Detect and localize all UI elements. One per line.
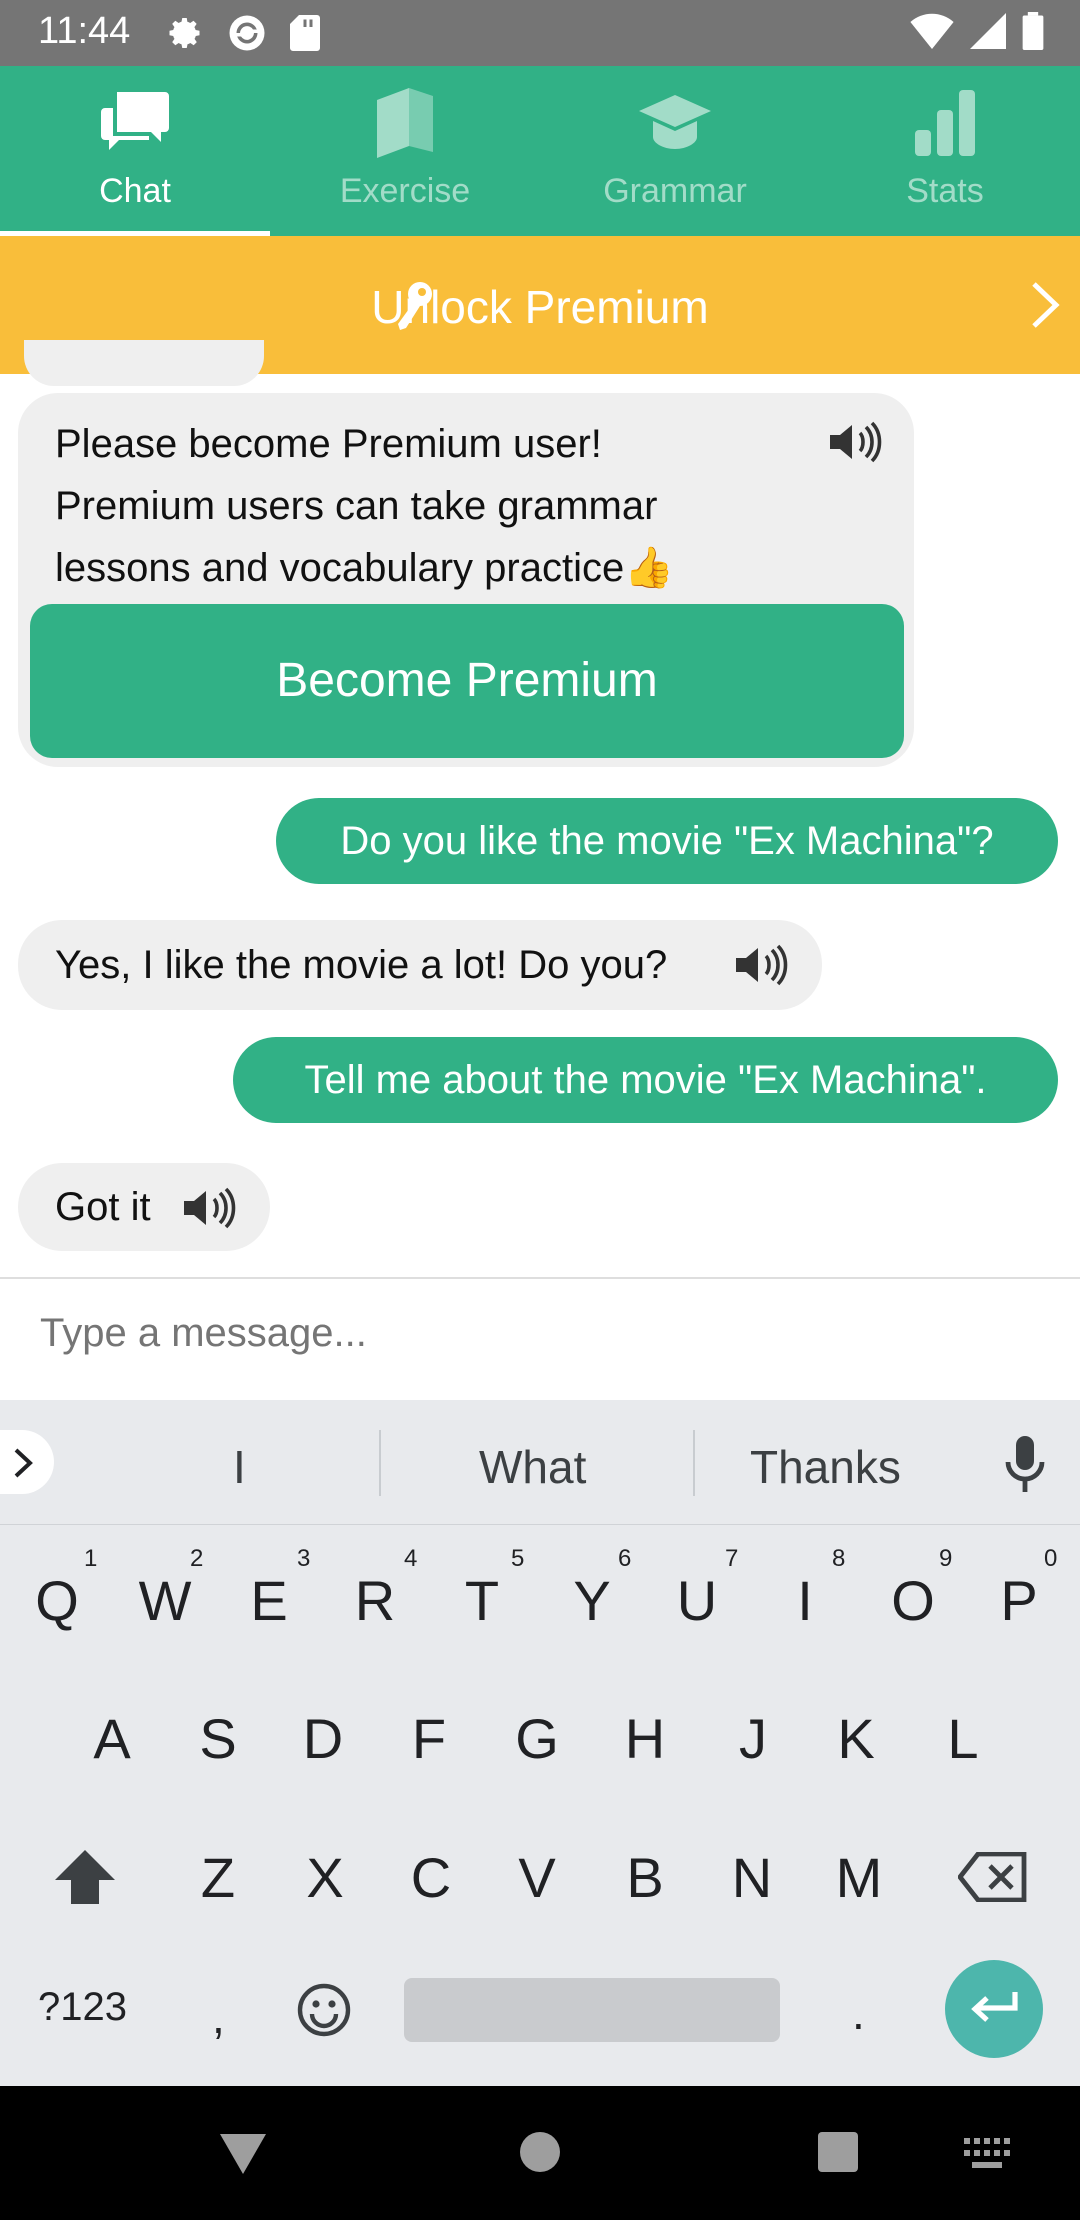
key-icon: [398, 282, 433, 330]
message-line: lessons and vocabulary practice: [55, 546, 625, 590]
previous-message-bubble: [24, 340, 264, 386]
navigation-bar: [0, 2086, 1080, 2220]
enter-key[interactable]: [945, 1960, 1043, 2058]
chat-icon: [101, 92, 169, 150]
key-c[interactable]: C: [386, 1845, 476, 1910]
key-a[interactable]: A: [67, 1706, 157, 1771]
key-x[interactable]: X: [280, 1845, 370, 1910]
key-hint: 0: [1044, 1545, 1058, 1572]
space-key[interactable]: [404, 1978, 780, 2042]
speaker-icon[interactable]: [184, 1187, 236, 1229]
recents-icon[interactable]: [818, 2132, 858, 2172]
composer-divider: [0, 1277, 1080, 1279]
key-g[interactable]: G: [492, 1706, 582, 1771]
key-q[interactable]: Q: [12, 1568, 102, 1633]
comma-key[interactable]: ,: [212, 1990, 225, 2044]
suggestion-separator: [693, 1430, 695, 1496]
bot-message-bubble: Got it: [18, 1163, 270, 1251]
chevron-right-icon: [14, 1448, 33, 1478]
key-hint: 2: [190, 1545, 204, 1572]
suggestion-item[interactable]: What: [479, 1440, 586, 1494]
chevron-right-icon: [1032, 282, 1060, 328]
key-z[interactable]: Z: [173, 1845, 263, 1910]
key-k[interactable]: K: [811, 1706, 901, 1771]
key-hint: 5: [511, 1545, 525, 1572]
tab-label: Stats: [906, 172, 984, 210]
bot-message-bubble: Yes, I like the movie a lot! Do you?: [18, 920, 822, 1010]
bar-chart-icon: [915, 90, 975, 156]
signal-icon: [970, 13, 1006, 49]
key-hint: 1: [84, 1545, 98, 1572]
emoji-icon[interactable]: [296, 1982, 352, 2038]
tab-label: Exercise: [339, 172, 471, 210]
tab-grammar[interactable]: Grammar: [540, 66, 810, 236]
status-bar: 11:44: [0, 0, 1080, 66]
suggestion-item[interactable]: I: [233, 1440, 246, 1494]
suggestion-separator: [379, 1430, 381, 1496]
key-t[interactable]: T: [437, 1568, 527, 1633]
key-o[interactable]: O: [868, 1568, 958, 1633]
key-r[interactable]: R: [330, 1568, 420, 1633]
message-text: Got it: [55, 1185, 151, 1229]
tab-bar: Chat Exercise Grammar Stats: [0, 66, 1080, 236]
speaker-icon[interactable]: [830, 421, 882, 463]
key-hint: 6: [618, 1545, 632, 1572]
key-hint: 3: [297, 1545, 311, 1572]
become-premium-button[interactable]: Become Premium: [30, 604, 904, 758]
settings-icon: [169, 18, 200, 48]
key-f[interactable]: F: [384, 1706, 474, 1771]
premium-message-bubble: Please become Premium user! Premium user…: [18, 393, 914, 767]
backspace-icon[interactable]: [958, 1852, 1028, 1902]
key-u[interactable]: U: [652, 1568, 742, 1633]
period-key[interactable]: .: [852, 1986, 865, 2040]
key-i[interactable]: I: [760, 1568, 850, 1633]
message-line: Please become Premium user!: [55, 422, 602, 466]
speaker-icon[interactable]: [736, 944, 788, 986]
key-hint: 4: [404, 1545, 418, 1572]
key-d[interactable]: D: [278, 1706, 368, 1771]
message-input[interactable]: [38, 1310, 1042, 1357]
book-icon: [377, 88, 433, 158]
message-text: Yes, I like the movie a lot! Do you?: [55, 943, 668, 987]
key-y[interactable]: Y: [547, 1568, 637, 1633]
key-hint: 9: [939, 1545, 953, 1572]
user-message-bubble: Tell me about the movie "Ex Machina".: [233, 1037, 1058, 1123]
tab-chat[interactable]: Chat: [0, 66, 270, 236]
key-m[interactable]: M: [814, 1845, 904, 1910]
status-time: 11:44: [38, 10, 131, 52]
message-line: Premium users can take grammar: [55, 484, 658, 528]
key-hint: 7: [725, 1545, 739, 1572]
key-l[interactable]: L: [918, 1706, 1008, 1771]
symbols-key[interactable]: ?123: [38, 1985, 127, 2030]
tab-stats[interactable]: Stats: [810, 66, 1080, 236]
key-s[interactable]: S: [173, 1706, 263, 1771]
keyboard-switch-icon[interactable]: [964, 2138, 1010, 2168]
tab-label: Grammar: [603, 172, 747, 210]
enter-icon: [971, 1992, 1018, 2022]
battery-icon: [1022, 12, 1044, 50]
shift-icon[interactable]: [55, 1850, 115, 1904]
key-h[interactable]: H: [600, 1706, 690, 1771]
key-w[interactable]: W: [120, 1568, 210, 1633]
key-n[interactable]: N: [707, 1845, 797, 1910]
suggestion-item[interactable]: Thanks: [750, 1440, 901, 1494]
wifi-icon: [910, 13, 954, 49]
key-b[interactable]: B: [600, 1845, 690, 1910]
key-e[interactable]: E: [224, 1568, 314, 1633]
key-v[interactable]: V: [492, 1845, 582, 1910]
tab-label: Chat: [99, 172, 171, 210]
sync-icon: [229, 15, 265, 51]
key-hint: 8: [832, 1545, 846, 1572]
tab-exercise[interactable]: Exercise: [270, 66, 540, 236]
user-message-bubble: Do you like the movie "Ex Machina"?: [276, 798, 1058, 884]
home-icon[interactable]: [520, 2132, 560, 2172]
thumbs-up-emoji: 👍: [624, 546, 675, 590]
microphone-icon[interactable]: [1004, 1436, 1046, 1492]
sd-card-icon: [290, 15, 320, 51]
key-j[interactable]: J: [708, 1706, 798, 1771]
key-p[interactable]: P: [974, 1568, 1064, 1633]
back-icon[interactable]: [220, 2134, 266, 2174]
graduation-cap-icon: [639, 95, 711, 149]
